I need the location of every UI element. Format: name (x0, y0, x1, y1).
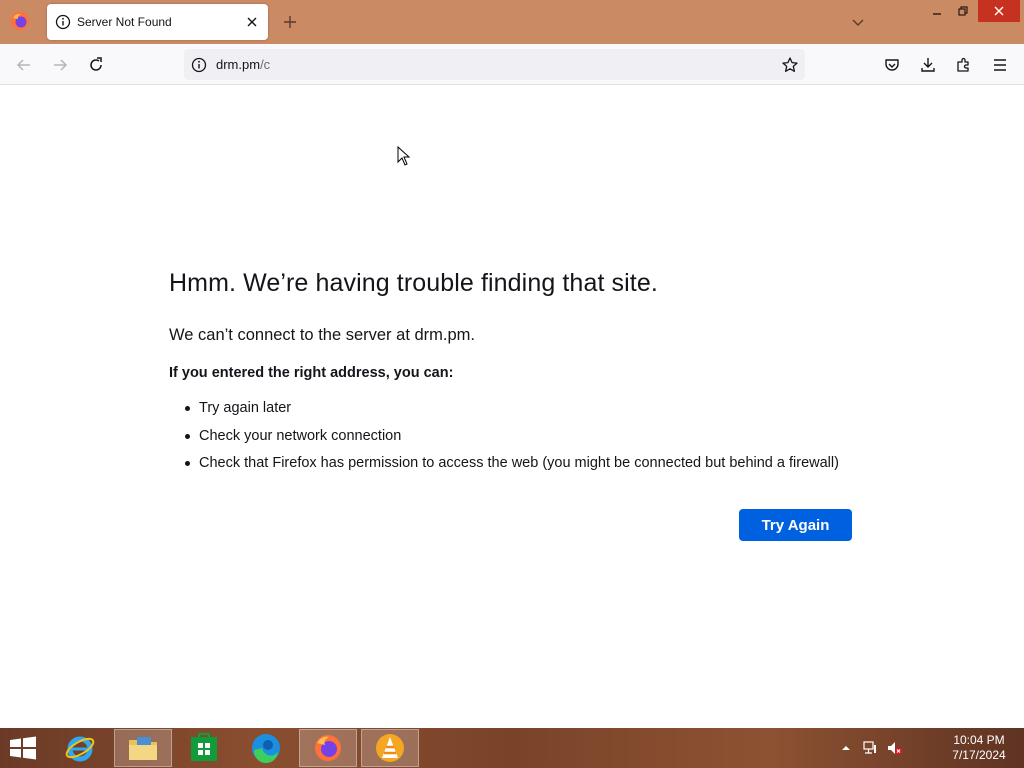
list-item: Check your network connection (185, 427, 839, 455)
pocket-icon[interactable] (883, 56, 901, 74)
error-description: We can’t connect to the server at drm.pm… (169, 326, 475, 344)
taskbar-store[interactable] (175, 729, 233, 767)
store-icon (191, 733, 217, 761)
minimize-icon (933, 13, 941, 15)
close-icon (994, 6, 1004, 16)
windows-start-icon[interactable] (8, 736, 38, 760)
system-clock[interactable]: 10:04 PM 7/17/2024 (940, 733, 1018, 763)
title-bar: Server Not Found (0, 0, 1024, 44)
error-page: Hmm. We’re having trouble finding that s… (0, 85, 1024, 728)
edge-icon (252, 734, 280, 764)
firefox-icon (315, 735, 341, 761)
forward-arrow-icon[interactable] (51, 56, 69, 74)
address-bar[interactable]: drm.pm/c (184, 49, 805, 80)
site-info-icon[interactable] (191, 57, 207, 73)
close-tab-icon[interactable] (244, 14, 260, 30)
taskbar-edge[interactable] (237, 729, 295, 767)
back-arrow-icon[interactable] (15, 56, 33, 74)
restore-icon (958, 6, 968, 16)
taskbar-firefox[interactable] (299, 729, 357, 767)
taskbar-internet-explorer[interactable] (51, 729, 109, 767)
info-icon (55, 14, 71, 30)
downloads-icon[interactable] (919, 56, 937, 74)
vlc-cone-icon (376, 734, 404, 762)
try-again-button[interactable]: Try Again (739, 509, 852, 541)
tab-title: Server Not Found (77, 15, 172, 29)
navigation-toolbar: drm.pm/c (0, 44, 1024, 85)
clock-date: 7/17/2024 (952, 748, 1006, 762)
extensions-puzzle-icon[interactable] (955, 56, 973, 74)
restore-button[interactable] (952, 0, 974, 22)
active-tab[interactable]: Server Not Found (47, 4, 268, 40)
bookmark-star-icon[interactable] (781, 56, 799, 74)
suggestions-list: Try again later Check your network conne… (185, 399, 839, 482)
network-icon[interactable] (862, 740, 878, 756)
taskbar-file-explorer[interactable] (114, 729, 172, 767)
volume-muted-icon[interactable] (886, 740, 902, 756)
clock-time: 10:04 PM (953, 733, 1005, 747)
minimize-button[interactable] (926, 0, 948, 22)
error-title: Hmm. We’re having trouble finding that s… (169, 269, 658, 297)
hamburger-menu-icon[interactable] (991, 56, 1009, 74)
reload-icon[interactable] (87, 56, 105, 74)
error-subtitle: If you entered the right address, you ca… (169, 365, 454, 381)
url-host: drm.pm (216, 57, 261, 72)
chevron-down-icon[interactable] (850, 14, 866, 30)
folder-icon (129, 737, 157, 760)
taskbar-vlc[interactable] (361, 729, 419, 767)
url-path: /c (260, 57, 271, 72)
url-text[interactable]: drm.pm/c (216, 57, 270, 72)
close-window-button[interactable] (978, 0, 1020, 22)
firefox-logo-icon[interactable] (10, 11, 30, 31)
new-tab-plus-icon[interactable] (281, 13, 299, 31)
taskbar: 10:04 PM 7/17/2024 (0, 728, 1024, 768)
mouse-cursor-icon (397, 146, 411, 166)
list-item: Try again later (185, 399, 839, 427)
internet-explorer-icon (65, 736, 95, 762)
show-hidden-icons-chevron-icon[interactable] (838, 740, 854, 756)
list-item: Check that Firefox has permission to acc… (185, 454, 839, 482)
